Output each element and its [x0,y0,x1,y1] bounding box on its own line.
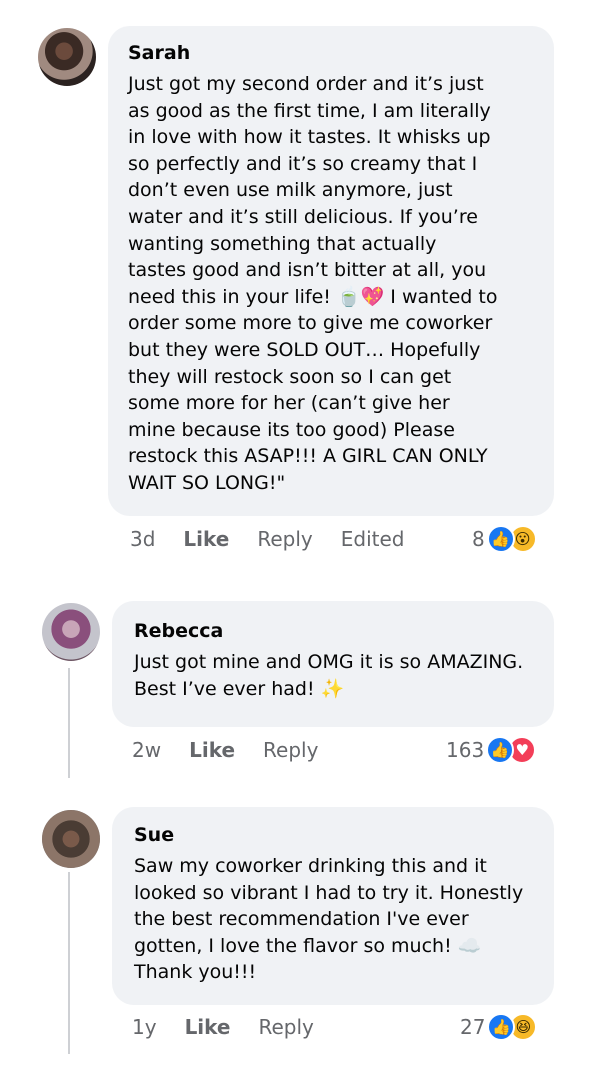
comment-bubble: Sue Saw my coworker drinking this and it… [112,807,554,1005]
like-icon: 👍 [487,1013,516,1041]
comment-time[interactable]: 3d [130,527,155,551]
like-button[interactable]: Like [185,1015,231,1039]
comment-actions: 2w Like Reply [132,738,346,762]
reply-button[interactable]: Reply [259,1015,314,1039]
reaction-summary[interactable]: 27 👍 😆 [460,1013,538,1041]
comment-time[interactable]: 2w [132,738,161,762]
comment-actions: 1y Like Reply [132,1015,342,1039]
comment-bubble: Sarah Just got my second order and it’s … [108,26,554,516]
reaction-summary[interactable]: 8 👍 😮 [472,525,537,553]
avatar[interactable] [42,603,100,661]
reaction-summary[interactable]: 163 👍 ♥ [446,736,537,764]
comment-author[interactable]: Sarah [128,42,190,64]
reply-button[interactable]: Reply [263,738,318,762]
reaction-count: 8 [472,527,485,551]
comment-actions: 3d Like Reply Edited [130,527,432,551]
edited-label: Edited [340,527,405,551]
like-icon: 👍 [486,736,515,764]
comment-text: Saw my coworker drinking this and it loo… [134,855,524,984]
reaction-count: 27 [460,1015,486,1039]
reply-button[interactable]: Reply [257,527,312,551]
thread-line [68,668,70,778]
avatar[interactable] [38,28,96,86]
like-button[interactable]: Like [183,527,229,551]
reaction-count: 163 [446,738,485,762]
comment-text: Just got my second order and it’s just a… [128,73,498,494]
comment-bubble: Rebecca Just got mine and OMG it is so A… [112,601,554,727]
comment-author[interactable]: Sue [134,824,174,846]
comment-author[interactable]: Rebecca [134,620,223,642]
comment-time[interactable]: 1y [132,1015,157,1039]
thread-line [68,872,70,1054]
comment-text: Just got mine and OMG it is so AMAZING. … [134,651,524,700]
like-button[interactable]: Like [189,738,235,762]
like-icon: 👍 [486,525,515,553]
avatar[interactable] [42,810,100,868]
